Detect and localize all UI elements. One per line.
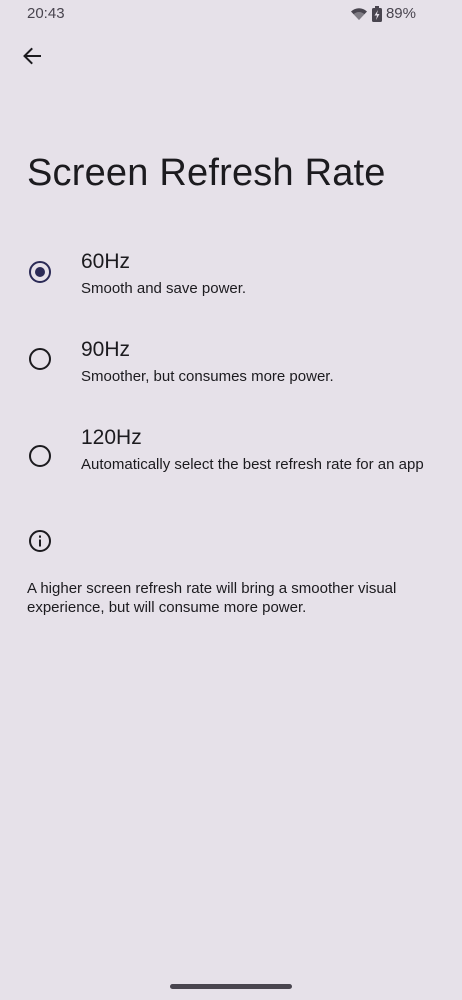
option-title: 120Hz [81, 426, 142, 449]
option-title: 90Hz [81, 338, 131, 361]
option-summary: Automatically select the best refresh ra… [81, 456, 424, 473]
status-time: 20:43 [27, 5, 65, 22]
status-icons: 89% [350, 5, 416, 22]
page-title: Screen Refresh Rate [27, 152, 386, 194]
option-summary: Smooth and save power. [81, 280, 247, 297]
option-90hz[interactable]: 90Hz Smoother, but consumes more power. [0, 338, 462, 398]
battery-percent: 89% [385, 5, 416, 22]
back-button[interactable] [14, 40, 50, 76]
status-bar: 20:43 89% [0, 0, 462, 28]
option-120hz[interactable]: 120Hz Automatically select the best refr… [0, 426, 462, 498]
gesture-navigation-handle[interactable] [170, 984, 292, 989]
arrow-left-icon [21, 45, 43, 72]
radio-button-selected[interactable] [29, 261, 51, 283]
option-summary: Smoother, but consumes more power. [81, 368, 334, 385]
wifi-icon [350, 7, 368, 21]
battery-charging-icon [371, 5, 382, 22]
info-icon [28, 529, 52, 553]
option-60hz[interactable]: 60Hz Smooth and save power. [0, 250, 462, 310]
radio-button[interactable] [29, 348, 51, 370]
option-title: 60Hz [81, 250, 131, 273]
footer-description: A higher screen refresh rate will bring … [27, 580, 397, 616]
radio-button[interactable] [29, 445, 51, 467]
